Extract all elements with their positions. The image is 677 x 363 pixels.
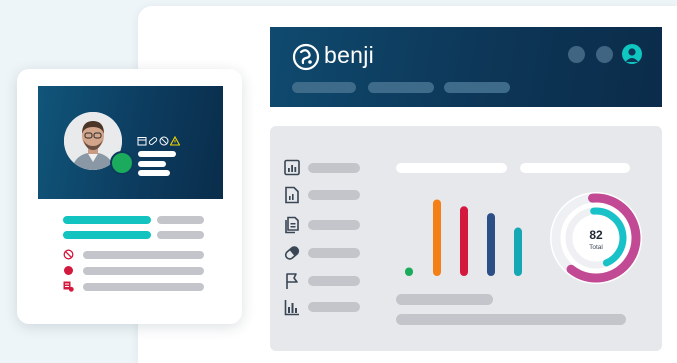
bar-chart bbox=[405, 199, 522, 276]
profile-value-line bbox=[157, 216, 204, 224]
block-icon bbox=[159, 136, 169, 146]
nav-tab-1[interactable] bbox=[292, 82, 356, 93]
bar-5 bbox=[514, 227, 522, 276]
profile-highlight-line bbox=[63, 216, 151, 224]
patient-detail-line bbox=[138, 161, 166, 167]
profile-highlight-line bbox=[63, 231, 151, 239]
app-header: benji bbox=[270, 27, 662, 107]
warning-icon bbox=[170, 136, 180, 146]
benji-logo-icon bbox=[292, 43, 320, 71]
profile-value-line bbox=[157, 231, 204, 239]
header-button-1[interactable] bbox=[568, 46, 585, 63]
bar-1 bbox=[405, 267, 413, 276]
patient-detail-line bbox=[138, 170, 170, 176]
calendar-icon bbox=[137, 137, 147, 146]
logo-text: benji bbox=[324, 42, 375, 68]
bar-4 bbox=[487, 213, 495, 276]
donut-chart: 82 Total bbox=[550, 192, 642, 284]
patient-profile-card[interactable] bbox=[17, 69, 242, 324]
donut-total-label: Total bbox=[589, 244, 603, 251]
header-button-2[interactable] bbox=[596, 46, 613, 63]
profile-detail-line bbox=[83, 283, 204, 291]
profile-detail-line bbox=[83, 251, 204, 259]
dashboard-panel: 82 Total bbox=[270, 126, 662, 351]
profile-detail-line bbox=[83, 267, 204, 275]
pill-icon bbox=[148, 137, 158, 145]
profile-header bbox=[38, 86, 223, 199]
alert-icon bbox=[63, 281, 74, 292]
bar-2 bbox=[433, 199, 441, 276]
nav-tab-2[interactable] bbox=[368, 82, 434, 93]
block-icon bbox=[63, 249, 74, 260]
user-avatar-icon[interactable] bbox=[622, 44, 642, 64]
dot-icon bbox=[64, 266, 73, 275]
nav-tab-3[interactable] bbox=[444, 82, 510, 93]
donut-total-value: 82 bbox=[589, 228, 603, 242]
online-status-icon bbox=[110, 151, 134, 175]
patient-name-line bbox=[138, 151, 176, 157]
charts-area: 82 Total bbox=[405, 192, 642, 284]
bar-3 bbox=[460, 206, 468, 276]
